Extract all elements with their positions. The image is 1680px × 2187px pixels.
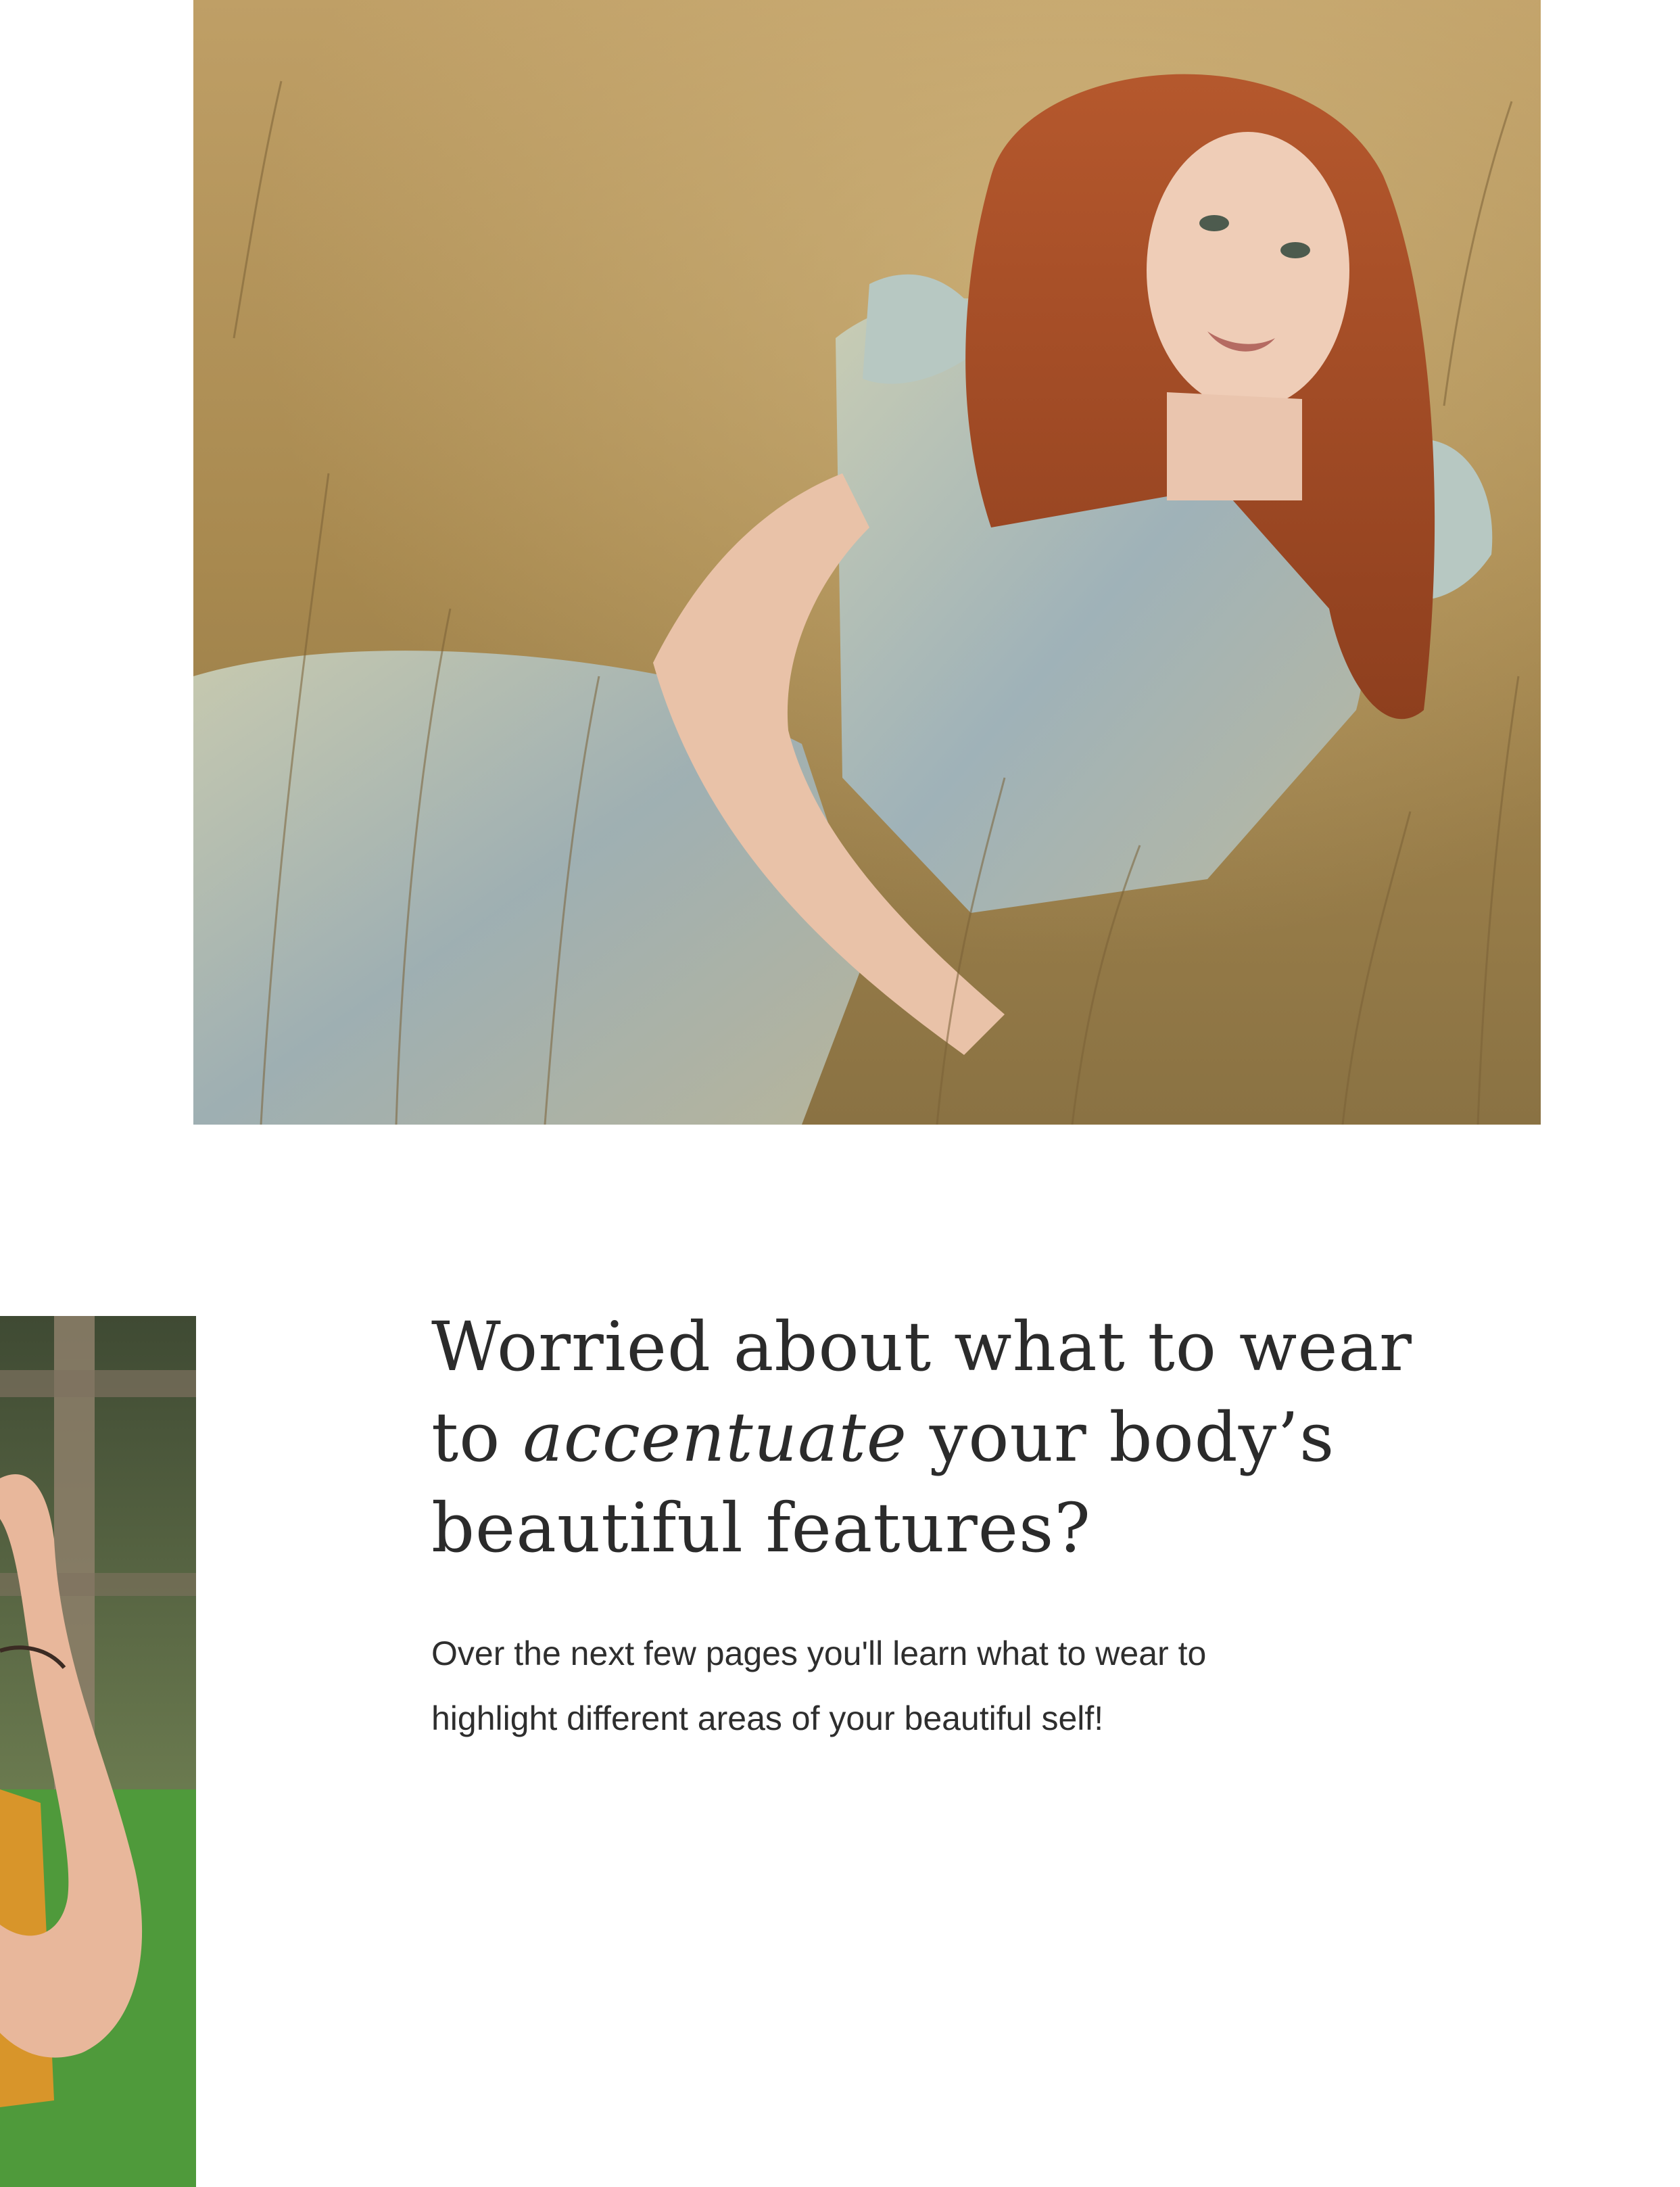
headline-line-2-start: to [431, 1398, 523, 1477]
body-paragraph: Over the next few pages you'll learn wha… [431, 1635, 1207, 1737]
side-photo-illustration [0, 1316, 196, 2187]
content-section: Worried about what to wear to accentuate… [431, 1302, 1445, 1751]
hero-photo [193, 0, 1541, 1125]
headline-line-3: beautiful features? [431, 1488, 1091, 1568]
hero-photo-illustration [193, 0, 1541, 1125]
headline-line-1: Worried about what to wear [431, 1307, 1412, 1386]
headline-line-2-end: your body’s [907, 1398, 1335, 1477]
headline-accent-word: accentuate [523, 1398, 907, 1477]
headline: Worried about what to wear to accentuate… [431, 1302, 1445, 1574]
side-photo [0, 1316, 196, 2187]
